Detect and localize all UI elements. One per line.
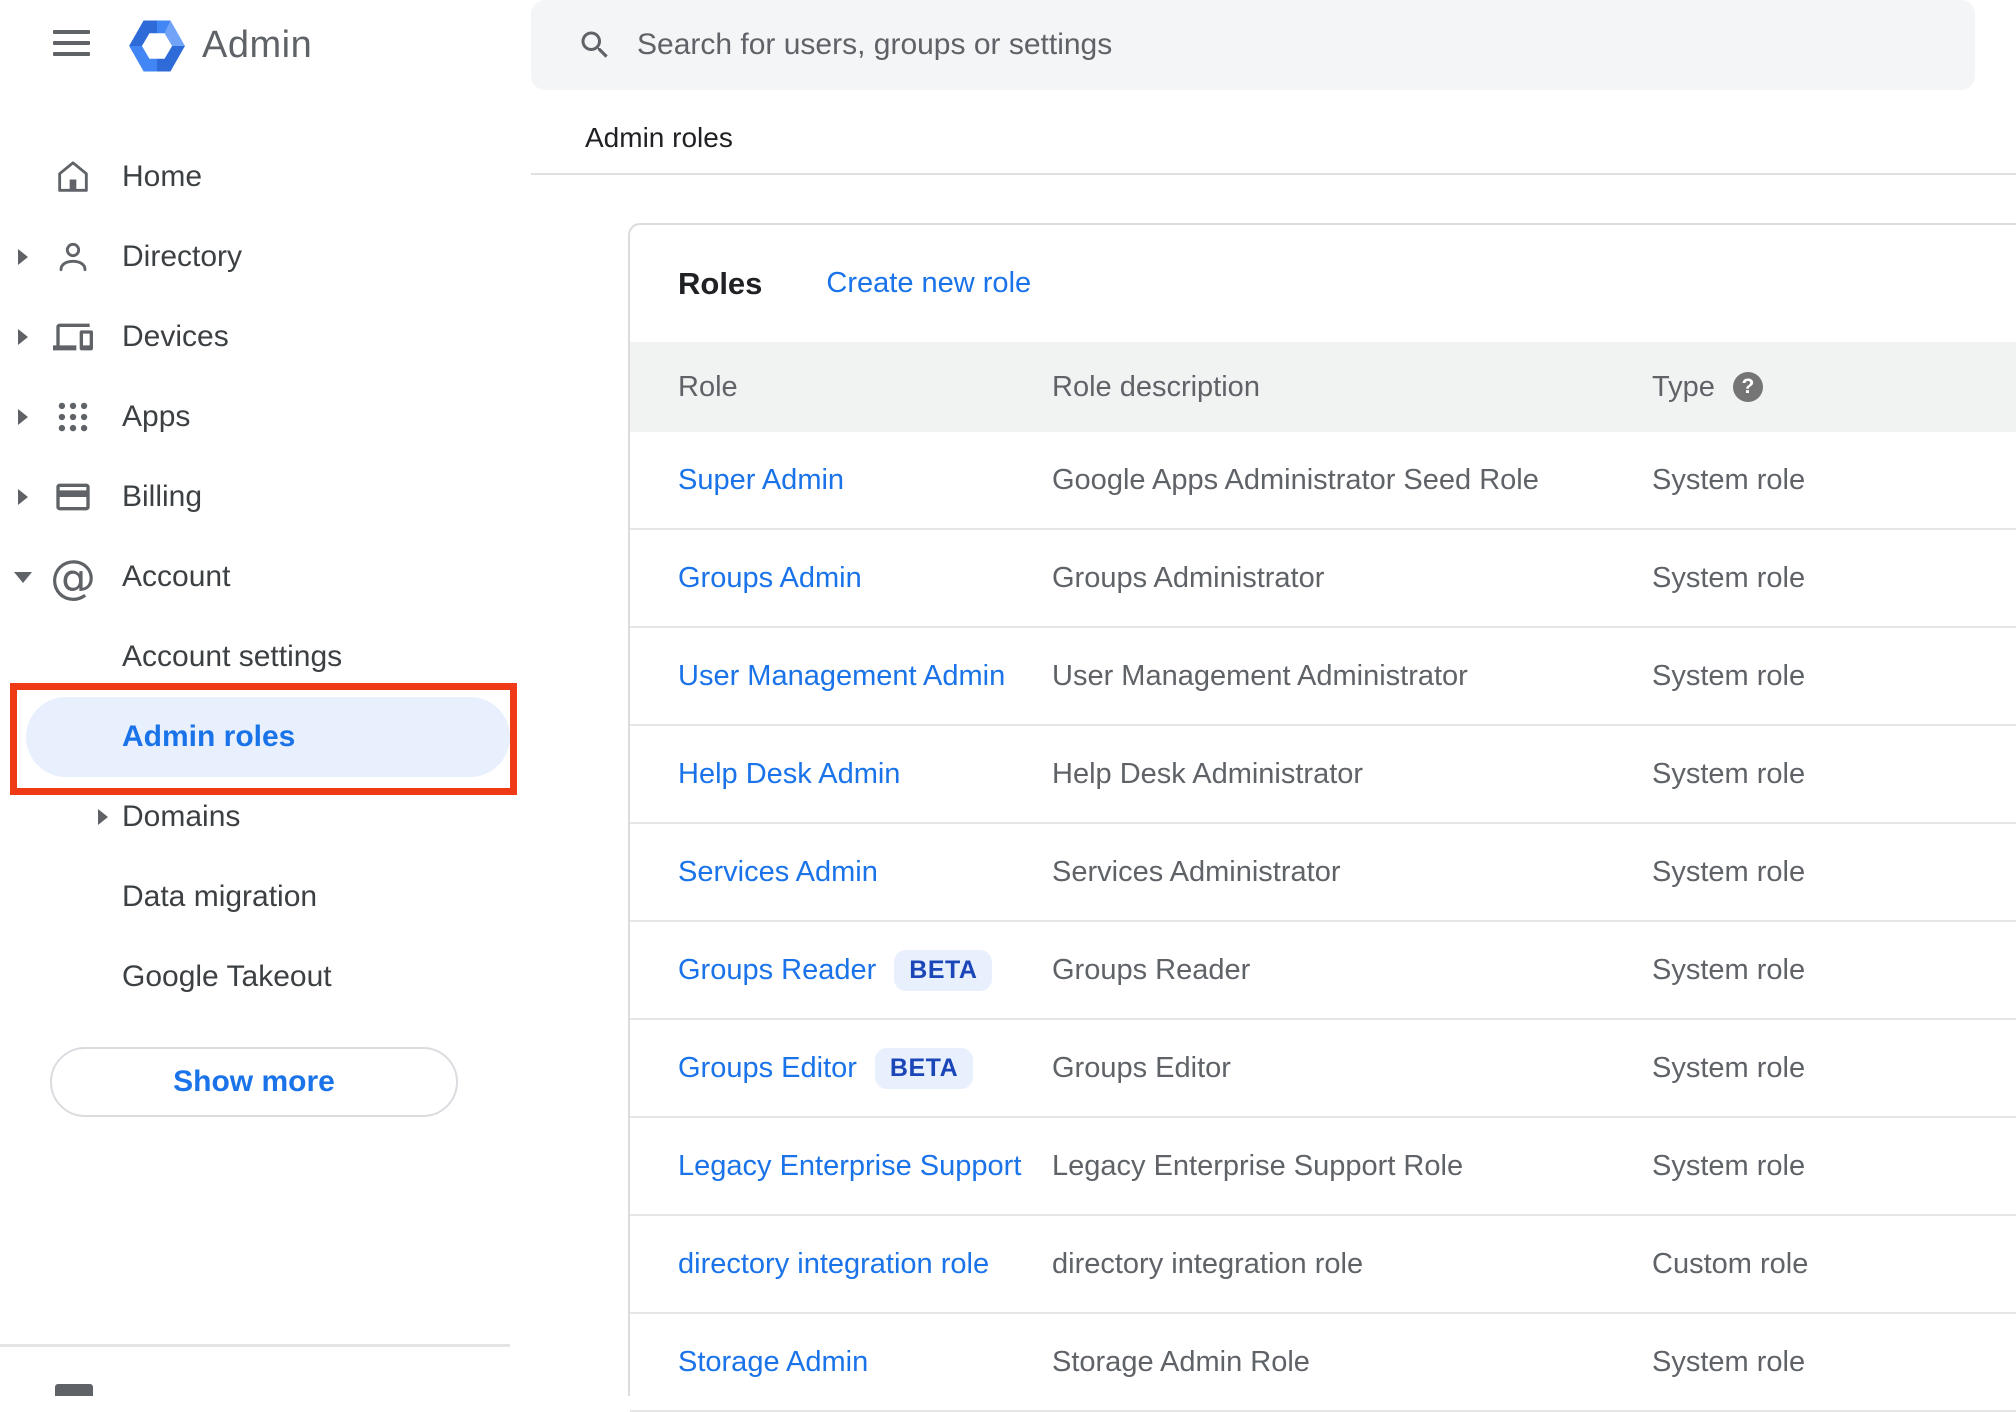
role-type: System role <box>1652 561 1806 594</box>
sidebar-item-label: Devices <box>122 320 229 353</box>
role-type: System role <box>1652 855 1806 888</box>
role-link[interactable]: Services Admin <box>678 856 878 889</box>
table-row: Services Admin Services Administrator Sy… <box>630 824 2016 922</box>
table-row: Storage Admin Storage Admin Role System … <box>630 1314 2016 1412</box>
role-type: System role <box>1652 659 1806 692</box>
annotation-red-box <box>10 683 517 795</box>
role-description: directory integration role <box>1052 1247 1364 1280</box>
admin-logo-icon <box>129 20 185 72</box>
table-row: Groups Editor BETA Groups Editor System … <box>630 1020 2016 1118</box>
role-link[interactable]: Help Desk Admin <box>678 758 900 791</box>
sidebar-item-label: Account <box>122 560 231 593</box>
collapse-arrow-icon[interactable] <box>14 572 32 583</box>
sidebar-divider <box>0 1344 510 1347</box>
table-row: Help Desk Admin Help Desk Administrator … <box>630 726 2016 824</box>
role-link[interactable]: Super Admin <box>678 464 844 497</box>
role-description: Google Apps Administrator Seed Role <box>1052 463 1539 496</box>
sidebar-item-devices[interactable]: Devices <box>0 297 510 377</box>
role-description: Storage Admin Role <box>1052 1345 1310 1378</box>
role-link[interactable]: Groups Admin <box>678 562 862 595</box>
search-bar[interactable] <box>531 0 1975 90</box>
table-row: Groups Admin Groups Administrator System… <box>630 530 2016 628</box>
expand-arrow-icon[interactable] <box>18 249 28 265</box>
roles-card: Roles Create new role Role Role descript… <box>628 223 2016 1412</box>
role-type: Custom role <box>1652 1247 1809 1280</box>
expand-arrow-icon[interactable] <box>18 329 28 345</box>
sidebar-item-label: Google Takeout <box>122 960 332 993</box>
sidebar-item-label: Billing <box>122 480 203 513</box>
sidebar-item-billing[interactable]: Billing <box>0 457 510 537</box>
role-link[interactable]: Groups Reader <box>678 954 876 987</box>
role-description: Help Desk Administrator <box>1052 757 1364 790</box>
sidebar-item-label: Apps <box>122 400 191 433</box>
help-icon[interactable]: ? <box>1732 372 1763 402</box>
search-input[interactable] <box>637 28 1975 62</box>
sidebar-item-directory[interactable]: Directory <box>0 217 510 297</box>
expand-arrow-icon[interactable] <box>18 489 28 505</box>
table-row: User Management Admin User Management Ad… <box>630 628 2016 726</box>
table-row: Super Admin Google Apps Administrator Se… <box>630 432 2016 530</box>
sidebar-item-label: Domains <box>122 800 241 833</box>
sidebar-item-home[interactable]: Home <box>0 137 510 217</box>
role-link[interactable]: User Management Admin <box>678 660 1005 693</box>
home-icon <box>52 154 94 200</box>
sidebar-item-google-takeout[interactable]: Google Takeout <box>0 937 510 1017</box>
beta-badge: BETA <box>894 949 993 991</box>
sidebar-item-label: Directory <box>122 240 243 273</box>
expand-arrow-icon[interactable] <box>98 809 108 825</box>
page-title: Admin roles <box>585 122 733 153</box>
role-description: Groups Administrator <box>1052 561 1325 594</box>
roles-card-title: Roles <box>678 265 763 301</box>
table-row: Groups Reader BETA Groups Reader System … <box>630 922 2016 1020</box>
sidebar-item-data-migration[interactable]: Data migration <box>0 857 510 937</box>
show-more-button[interactable]: Show more <box>50 1047 458 1117</box>
devices-icon <box>52 314 94 360</box>
sidebar-item-label: Data migration <box>122 880 318 913</box>
table-header-row: Role Role description Type ? <box>630 342 2016 432</box>
role-description: Groups Editor <box>1052 1051 1231 1084</box>
role-type: System role <box>1652 757 1806 790</box>
role-description: User Management Administrator <box>1052 659 1468 692</box>
column-header-type: Type <box>1652 370 1715 403</box>
role-type: System role <box>1652 953 1806 986</box>
role-link[interactable]: Storage Admin <box>678 1346 868 1379</box>
role-type: System role <box>1652 1345 1806 1378</box>
at-sign-icon: @ <box>50 550 96 604</box>
app-title: Admin <box>202 24 313 66</box>
role-link[interactable]: Groups Editor <box>678 1052 857 1085</box>
role-description: Services Administrator <box>1052 855 1341 888</box>
sidebar-item-apps[interactable]: Apps <box>0 377 510 457</box>
role-link[interactable]: directory integration role <box>678 1248 989 1281</box>
header-divider <box>531 173 2016 175</box>
table-row: Legacy Enterprise Support Legacy Enterpr… <box>630 1118 2016 1216</box>
sidebar-item-label: Account settings <box>122 640 343 673</box>
sidebar-item-label: Home <box>122 160 203 193</box>
role-type: System role <box>1652 1149 1806 1182</box>
role-description: Groups Reader <box>1052 953 1251 986</box>
beta-badge: BETA <box>874 1047 974 1089</box>
hamburger-menu-button[interactable] <box>53 30 90 56</box>
role-link[interactable]: Legacy Enterprise Support <box>678 1150 1021 1183</box>
table-row: directory integration role directory int… <box>630 1216 2016 1314</box>
partial-menu-icon <box>55 1384 93 1396</box>
column-header-description: Role description <box>1052 370 1260 403</box>
column-header-role: Role <box>678 370 738 403</box>
credit-card-icon <box>52 474 94 520</box>
expand-arrow-icon[interactable] <box>18 409 28 425</box>
role-type: System role <box>1652 1051 1806 1084</box>
search-icon <box>581 31 608 58</box>
sidebar-item-account[interactable]: @ Account <box>0 537 510 617</box>
role-type: System role <box>1652 463 1806 496</box>
apps-grid-icon <box>52 394 94 440</box>
create-new-role-link[interactable]: Create new role <box>826 267 1031 300</box>
role-description: Legacy Enterprise Support Role <box>1052 1149 1464 1182</box>
person-icon <box>52 234 94 280</box>
